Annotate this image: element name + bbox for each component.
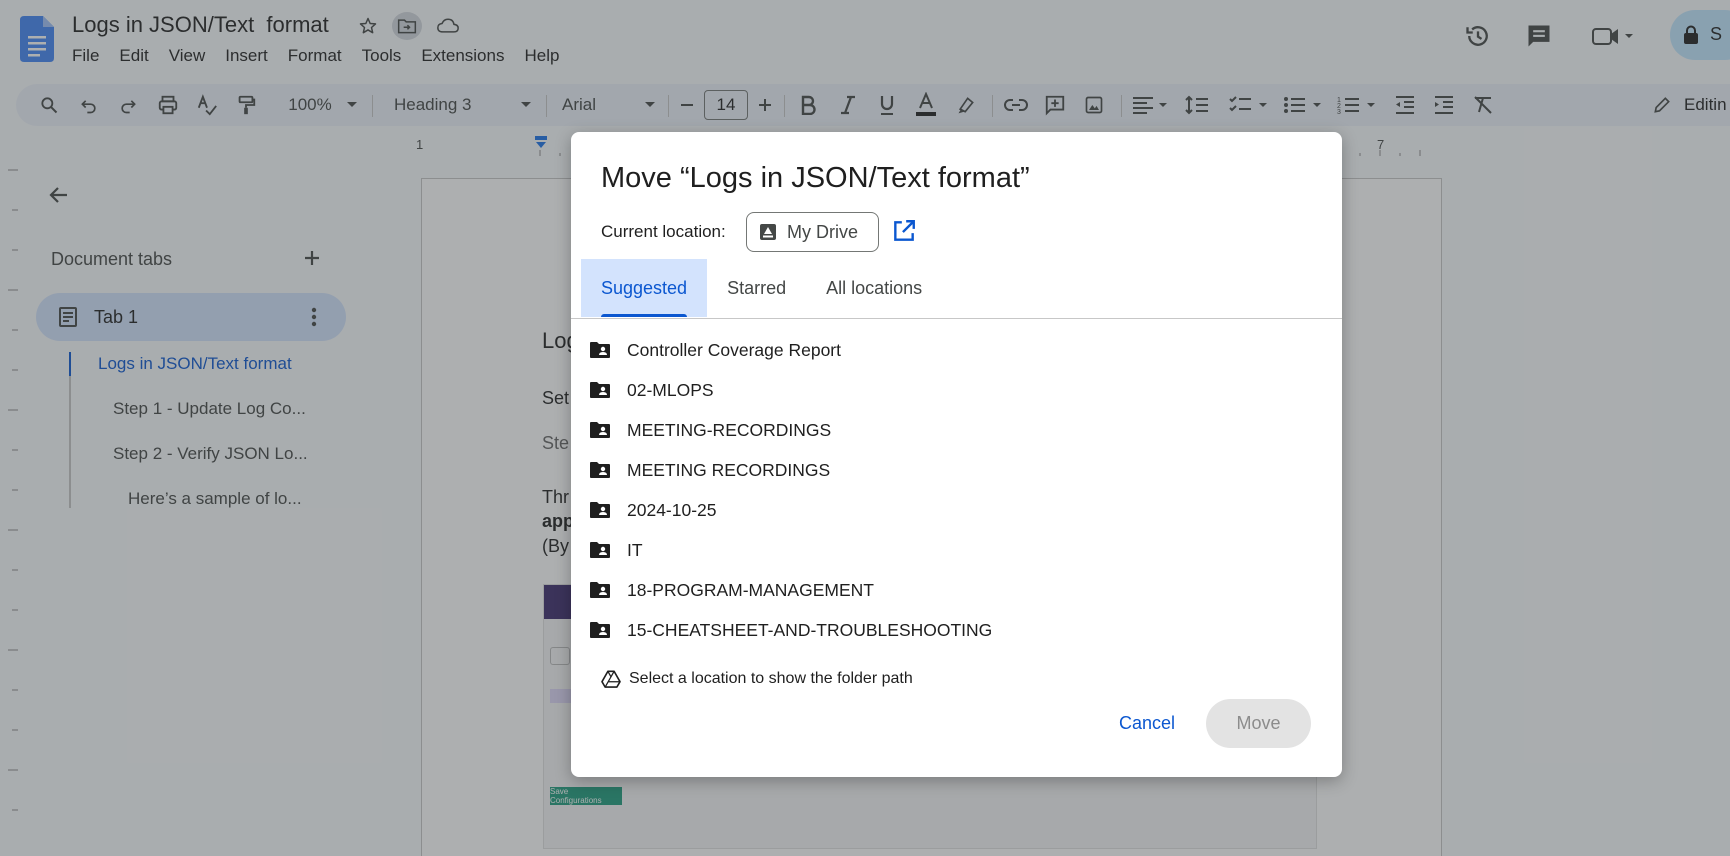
- my-drive-icon: [760, 224, 776, 240]
- cancel-button[interactable]: Cancel: [1111, 698, 1183, 748]
- location-tabs: Suggested Starred All locations: [581, 259, 942, 317]
- shared-folder-icon: [590, 502, 610, 518]
- folder-row[interactable]: 18-PROGRAM-MANAGEMENT: [571, 570, 1342, 610]
- shared-folder-icon: [590, 582, 610, 598]
- move-button[interactable]: Move: [1206, 699, 1311, 748]
- folder-name: MEETING-RECORDINGS: [627, 419, 832, 440]
- folder-row[interactable]: MEETING RECORDINGS: [571, 450, 1342, 490]
- tabs-divider: [571, 318, 1342, 319]
- folder-name: 02-MLOPS: [627, 379, 714, 400]
- shared-folder-icon: [590, 622, 610, 638]
- open-location-icon[interactable]: [887, 214, 921, 248]
- folder-name: 18-PROGRAM-MANAGEMENT: [627, 579, 874, 600]
- tab-all-locations[interactable]: All locations: [806, 259, 942, 317]
- current-location-chip[interactable]: My Drive: [746, 212, 879, 252]
- drive-icon: [601, 670, 621, 688]
- shared-folder-icon: [590, 382, 610, 398]
- shared-folder-icon: [590, 342, 610, 358]
- folder-name: IT: [627, 539, 643, 560]
- folder-name: 2024-10-25: [627, 499, 717, 520]
- shared-folder-icon: [590, 462, 610, 478]
- folder-row[interactable]: 15-CHEATSHEET-AND-TROUBLESHOOTING: [571, 610, 1342, 650]
- tab-suggested[interactable]: Suggested: [581, 259, 708, 317]
- folder-name: Controller Coverage Report: [627, 339, 841, 360]
- folder-row[interactable]: 2024-10-25: [571, 490, 1342, 530]
- folder-path-hint: Select a location to show the folder pat…: [601, 670, 913, 688]
- folder-name: 15-CHEATSHEET-AND-TROUBLESHOOTING: [627, 619, 993, 640]
- dialog-title: Move “Logs in JSON/Text format”: [601, 162, 1030, 194]
- shared-folder-icon: [590, 422, 610, 438]
- move-dialog: Move “Logs in JSON/Text format” Current …: [571, 132, 1342, 777]
- folder-row[interactable]: Controller Coverage Report: [571, 330, 1342, 370]
- folder-name: MEETING RECORDINGS: [627, 459, 831, 480]
- folder-row[interactable]: IT: [571, 530, 1342, 570]
- folder-row[interactable]: 02-MLOPS: [571, 370, 1342, 410]
- tab-starred[interactable]: Starred: [707, 259, 806, 317]
- current-location-value: My Drive: [787, 221, 858, 242]
- folder-row[interactable]: MEETING-RECORDINGS: [571, 410, 1342, 450]
- current-location-label: Current location:: [601, 222, 726, 241]
- folder-path-hint-text: Select a location to show the folder pat…: [629, 670, 913, 687]
- shared-folder-icon: [590, 542, 610, 558]
- folder-list: Controller Coverage Report 02-MLOPS MEET…: [571, 330, 1342, 650]
